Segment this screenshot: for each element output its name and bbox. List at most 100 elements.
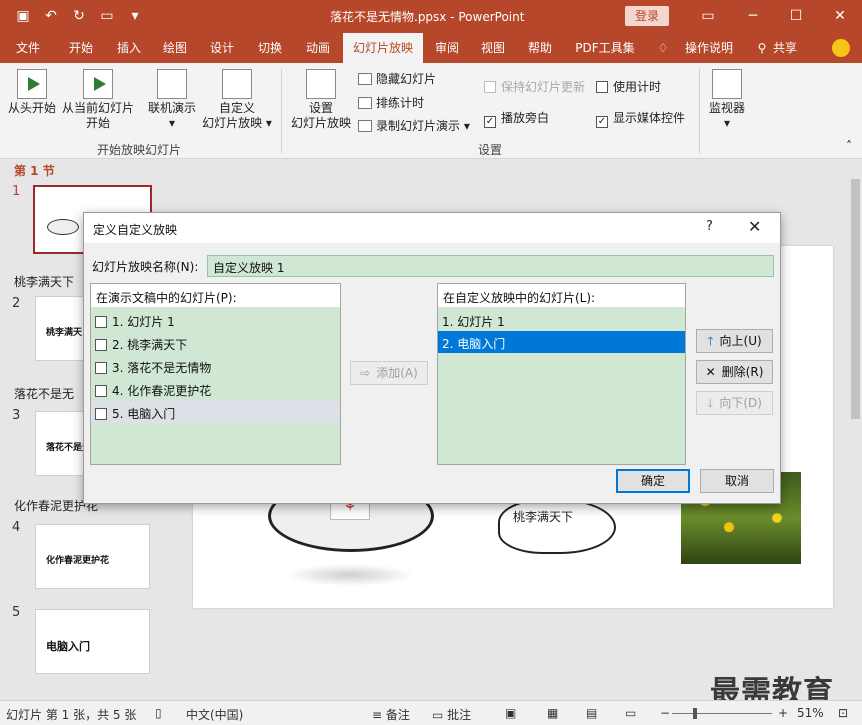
delete-button[interactable]: ✕ 删除(R) <box>696 360 773 384</box>
tab-transitions[interactable]: 切换 <box>248 33 292 63</box>
tab-file[interactable]: 文件 <box>6 33 50 63</box>
fit-to-window-icon[interactable]: ⊡ <box>838 706 848 720</box>
online-present-button[interactable]: 联机演示 ▾ <box>144 69 200 131</box>
tab-help[interactable]: 帮助 <box>518 33 562 63</box>
list-item[interactable]: 1. 幻灯片 1 <box>91 309 340 331</box>
help-icon[interactable]: ? <box>706 219 713 234</box>
monitor-button[interactable]: 监视器 ▾ <box>705 69 749 131</box>
list-item[interactable]: 5. 电脑入门 <box>91 401 340 423</box>
rehearse-label: 排练计时 <box>376 96 425 110</box>
from-current-button[interactable]: 从当前幻灯片 开始 <box>60 69 136 131</box>
presentation-slides-list[interactable]: 在演示文稿中的幻灯片(P): 1. 幻灯片 1 2. 桃李满天下 3. 落花不是… <box>90 283 341 465</box>
hide-slide-button[interactable]: 隐藏幻灯片 <box>358 70 436 87</box>
slideshow-view-icon[interactable]: ▭ <box>625 706 636 720</box>
play-narration-checkbox[interactable]: ✓ 播放旁白 <box>484 109 549 128</box>
play-narration-label: 播放旁白 <box>501 111 550 125</box>
move-down-button[interactable]: 🡓 向下(D) <box>696 391 773 415</box>
show-name-input[interactable]: 自定义放映 1 <box>207 255 774 277</box>
tab-review[interactable]: 审阅 <box>426 33 468 63</box>
save-icon[interactable]: ▣ <box>14 7 32 25</box>
keep-updated-checkbox[interactable]: 保持幻灯片更新 <box>484 78 585 95</box>
tab-slideshow[interactable]: 幻灯片放映 <box>343 33 423 63</box>
zoom-in-icon[interactable]: + <box>778 706 788 720</box>
setup-slideshow-button[interactable]: 设置 幻灯片放映 <box>289 69 353 131</box>
zoom-level[interactable]: 51% <box>797 706 824 720</box>
show-media-checkbox[interactable]: ✓ 显示媒体控件 <box>596 109 685 128</box>
maximize-icon[interactable]: ☐ <box>786 6 806 26</box>
list-item[interactable]: 1. 幻灯片 1 <box>438 309 685 331</box>
comments-button[interactable]: ▭ 批注 <box>432 706 471 723</box>
close-icon[interactable]: ✕ <box>748 217 761 236</box>
checkbox-icon[interactable] <box>95 316 107 328</box>
custom-show-slides-list[interactable]: 在自定义放映中的幻灯片(L): 1. 幻灯片 1 2. 电脑入门 <box>437 283 686 465</box>
undo-icon[interactable]: ↶ <box>42 7 60 25</box>
from-start-button[interactable]: 从头开始 <box>6 69 58 116</box>
document-title: 落花不是无情物.ppsx - PowerPoint <box>330 10 525 24</box>
record-button[interactable]: 录制幻灯片演示 ▾ <box>358 117 470 134</box>
close-icon[interactable]: ✕ <box>830 6 850 26</box>
hide-slide-label: 隐藏幻灯片 <box>376 72 437 86</box>
tab-insert[interactable]: 插入 <box>108 33 150 63</box>
shape-text[interactable]: 桃李满天下 <box>513 508 573 525</box>
move-up-label: 向上(U) <box>719 334 762 348</box>
zoom-slider-thumb[interactable] <box>693 708 697 719</box>
present-icon[interactable]: ▭ <box>98 7 116 25</box>
online-present-label: 联机演示 <box>147 101 196 115</box>
section-header[interactable]: 桃李满天下 <box>14 273 74 290</box>
hide-slide-icon <box>358 73 372 85</box>
notes-button[interactable]: ≡ 备注 <box>372 706 410 723</box>
checkbox-icon[interactable] <box>95 339 107 351</box>
spellcheck-icon[interactable]: ▯ <box>155 706 162 720</box>
checkbox-icon[interactable] <box>95 362 107 374</box>
record-label: 录制幻灯片演示 ▾ <box>376 119 470 133</box>
tab-tell-me[interactable]: 操作说明 <box>676 33 742 63</box>
ribbon-display-icon[interactable]: ▭ <box>698 6 718 26</box>
slide-sorter-icon[interactable]: ▦ <box>547 706 558 720</box>
slide-thumbnail[interactable]: 电脑入门 <box>35 609 150 674</box>
tab-pdf-tools[interactable]: PDF工具集 <box>568 33 642 63</box>
feedback-smiley-icon[interactable] <box>832 39 850 57</box>
zoom-slider[interactable] <box>672 713 772 714</box>
list-item[interactable]: 4. 化作春泥更护花 <box>91 378 340 400</box>
notes-icon: ≡ <box>372 708 386 722</box>
vertical-scrollbar[interactable] <box>849 159 862 700</box>
ok-button[interactable]: 确定 <box>616 469 690 493</box>
quick-access-toolbar: ▣ ↶ ↻ ▭ ▾ <box>14 7 144 25</box>
language-indicator[interactable]: 中文(中国) <box>186 706 243 723</box>
tab-home[interactable]: 开始 <box>58 33 104 63</box>
freeform-shape[interactable] <box>498 498 616 554</box>
tab-view[interactable]: 视图 <box>472 33 514 63</box>
monitor-label: 监视器 <box>708 101 745 115</box>
use-timings-checkbox[interactable]: 使用计时 <box>596 78 661 95</box>
checkbox-icon[interactable] <box>95 408 107 420</box>
from-current-label-2: 开始 <box>85 116 110 130</box>
group-setup-label: 设置 <box>478 143 503 157</box>
cancel-button[interactable]: 取消 <box>700 469 774 493</box>
list-item-selected[interactable]: 2. 电脑入门 <box>438 331 685 353</box>
ribbon-separator <box>281 69 282 153</box>
minimize-icon[interactable]: ─ <box>743 6 763 26</box>
checkbox-icon[interactable] <box>95 385 107 397</box>
move-up-button[interactable]: 🡑 向上(U) <box>696 329 773 353</box>
normal-view-icon[interactable]: ▣ <box>505 706 516 720</box>
tab-design[interactable]: 设计 <box>200 33 244 63</box>
scrollbar-thumb[interactable] <box>851 179 860 419</box>
reading-view-icon[interactable]: ▤ <box>586 706 597 720</box>
customize-icon[interactable]: ▾ <box>126 7 144 25</box>
login-button[interactable]: 登录 <box>625 6 669 26</box>
list-header: 在演示文稿中的幻灯片(P): <box>91 284 340 308</box>
list-item[interactable]: 3. 落花不是无情物 <box>91 355 340 377</box>
redo-icon[interactable]: ↻ <box>70 7 88 25</box>
custom-show-button[interactable]: 自定义 幻灯片放映 ▾ <box>200 69 274 131</box>
zoom-out-icon[interactable]: − <box>660 706 670 720</box>
share-button[interactable]: 共享 <box>770 33 800 63</box>
add-button[interactable]: ⇨ 添加(A) <box>350 361 428 385</box>
section-header[interactable]: 落花不是无 <box>14 385 74 402</box>
section-header[interactable]: 第 1 节 <box>14 162 55 179</box>
collapse-ribbon-icon[interactable]: ˄ <box>846 139 852 153</box>
list-item[interactable]: 2. 桃李满天下 <box>91 332 340 354</box>
tab-animations[interactable]: 动画 <box>296 33 340 63</box>
rehearse-button[interactable]: 排练计时 <box>358 94 424 111</box>
tab-draw[interactable]: 绘图 <box>154 33 196 63</box>
slide-thumbnail[interactable]: 化作春泥更护花 <box>35 524 150 589</box>
